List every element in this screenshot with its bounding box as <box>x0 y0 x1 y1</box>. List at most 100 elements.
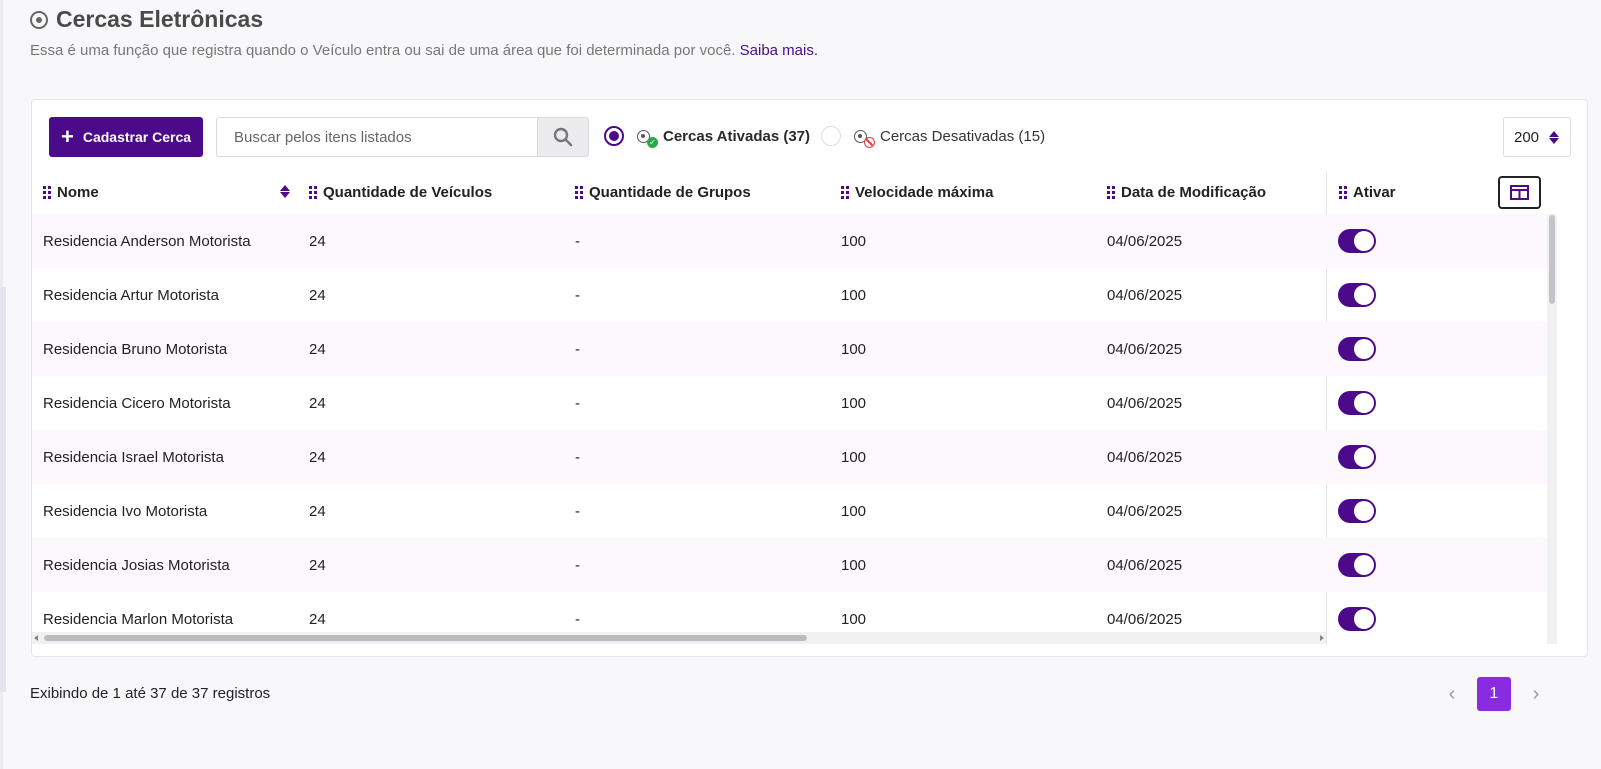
vertical-scrollbar[interactable] <box>1547 214 1557 644</box>
table-row[interactable]: Residencia Israel Motorista 24 - 100 04/… <box>32 430 1547 484</box>
learn-more-link[interactable]: Saiba mais. <box>740 42 818 59</box>
sort-icon[interactable] <box>280 185 290 198</box>
cell-max-speed: 100 <box>841 502 867 520</box>
activate-toggle[interactable] <box>1338 607 1376 631</box>
columns-toggle-button[interactable] <box>1498 176 1541 209</box>
select-arrows-icon <box>1549 130 1560 144</box>
drag-handle-icon[interactable] <box>1339 186 1347 199</box>
chevron-left-icon[interactable]: ‹ <box>1443 683 1461 706</box>
filter-active-radio[interactable] <box>604 126 624 146</box>
cell-activate <box>1338 430 1376 484</box>
column-label: Nome <box>57 184 99 201</box>
cell-vehicles: 24 <box>309 232 326 250</box>
cell-groups: - <box>575 502 580 520</box>
search-box <box>216 117 589 157</box>
cell-activate <box>1338 592 1376 632</box>
pagination: ‹ 1 › <box>1443 677 1545 711</box>
column-header-max-speed[interactable]: Velocidade máxima <box>841 171 993 214</box>
cell-groups: - <box>575 232 580 250</box>
column-label: Quantidade de Veículos <box>323 184 493 201</box>
column-header-vehicles[interactable]: Quantidade de Veículos <box>309 171 492 214</box>
cell-activate <box>1338 376 1376 430</box>
cell-name: Residencia Ivo Motorista <box>43 502 208 520</box>
cell-modified-date: 04/06/2025 <box>1107 556 1183 574</box>
plus-icon: + <box>60 124 74 149</box>
cell-activate <box>1338 268 1376 322</box>
search-button[interactable] <box>537 117 589 157</box>
fence-active-icon: ✓ <box>637 126 658 148</box>
columns-icon <box>1510 185 1529 200</box>
column-header-activate[interactable]: Ativar <box>1339 171 1396 214</box>
subtitle-text: Essa é uma função que registra quando o … <box>30 42 736 59</box>
drag-handle-icon[interactable] <box>575 186 583 199</box>
column-label: Velocidade máxima <box>855 184 994 201</box>
activate-toggle[interactable] <box>1338 391 1376 415</box>
cell-max-speed: 100 <box>841 556 867 574</box>
left-edge-bar <box>0 287 6 692</box>
activate-toggle[interactable] <box>1338 283 1376 307</box>
drag-handle-icon[interactable] <box>1107 186 1115 199</box>
scroll-right-icon[interactable] <box>1320 635 1324 641</box>
table-row[interactable]: Residencia Artur Motorista 24 - 100 04/0… <box>32 268 1547 322</box>
column-header-name[interactable]: Nome <box>43 171 99 214</box>
cell-name: Residencia Artur Motorista <box>43 286 219 304</box>
cell-max-speed: 100 <box>841 286 867 304</box>
column-label: Quantidade de Grupos <box>589 184 751 201</box>
table-row[interactable]: Residencia Bruno Motorista 24 - 100 04/0… <box>32 322 1547 376</box>
page-subtitle: Essa é uma função que registra quando o … <box>30 42 818 59</box>
column-label: Data de Modificação <box>1121 184 1267 201</box>
activate-toggle[interactable] <box>1338 337 1376 361</box>
cell-groups: - <box>575 394 580 412</box>
chevron-right-icon[interactable]: › <box>1527 683 1545 706</box>
activate-toggle[interactable] <box>1338 553 1376 577</box>
cell-vehicles: 24 <box>309 556 326 574</box>
scroll-left-icon[interactable] <box>34 635 38 641</box>
cell-activate <box>1338 538 1376 592</box>
drag-handle-icon[interactable] <box>841 186 849 199</box>
activate-toggle[interactable] <box>1338 229 1376 253</box>
fences-card: + Cadastrar Cerca ✓ Cercas Ativadas (37) <box>31 99 1588 657</box>
add-fence-button[interactable]: + Cadastrar Cerca <box>49 117 203 157</box>
page-header: Cercas Eletrônicas Essa é uma função que… <box>30 6 818 59</box>
cell-activate <box>1338 322 1376 376</box>
search-icon <box>553 127 573 147</box>
search-input[interactable] <box>216 117 538 157</box>
table-row[interactable]: Residencia Anderson Motorista 24 - 100 0… <box>32 214 1547 268</box>
activate-toggle[interactable] <box>1338 499 1376 523</box>
cell-name: Residencia Cicero Motorista <box>43 394 231 412</box>
table-row[interactable]: Residencia Ivo Motorista 24 - 100 04/06/… <box>32 484 1547 538</box>
table-row[interactable]: Residencia Cicero Motorista 24 - 100 04/… <box>32 376 1547 430</box>
filter-inactive-option[interactable]: Cercas Desativadas (15) <box>821 126 1046 148</box>
cell-name: Residencia Josias Motorista <box>43 556 230 574</box>
cell-groups: - <box>575 340 580 358</box>
target-icon <box>30 10 48 29</box>
cell-vehicles: 24 <box>309 394 326 412</box>
cell-modified-date: 04/06/2025 <box>1107 340 1183 358</box>
filter-active-option[interactable]: ✓ Cercas Ativadas (37) <box>604 126 811 148</box>
column-header-groups[interactable]: Quantidade de Grupos <box>575 171 751 214</box>
vertical-scroll-thumb[interactable] <box>1549 215 1555 304</box>
activate-toggle[interactable] <box>1338 445 1376 469</box>
drag-handle-icon[interactable] <box>309 186 317 199</box>
toolbar: + Cadastrar Cerca ✓ Cercas Ativadas (37) <box>49 117 1571 157</box>
page-button-current[interactable]: 1 <box>1477 677 1511 711</box>
table-row[interactable]: Residencia Marlon Motorista 24 - 100 04/… <box>32 592 1547 632</box>
horizontal-scrollbar[interactable] <box>32 632 1326 644</box>
records-info: Exibindo de 1 até 37 de 37 registros <box>30 685 271 702</box>
cell-vehicles: 24 <box>309 286 326 304</box>
cell-modified-date: 04/06/2025 <box>1107 286 1183 304</box>
page-title: Cercas Eletrônicas <box>56 6 264 32</box>
cell-vehicles: 24 <box>309 448 326 466</box>
horizontal-scroll-thumb[interactable] <box>44 635 807 641</box>
page-size-select[interactable]: 200 <box>1503 117 1571 157</box>
column-header-modified-date[interactable]: Data de Modificação <box>1107 171 1266 214</box>
filter-inactive-label: Cercas Desativadas (15) <box>880 127 1046 145</box>
filter-inactive-radio[interactable] <box>821 126 841 146</box>
table-row[interactable]: Residencia Josias Motorista 24 - 100 04/… <box>32 538 1547 592</box>
cell-vehicles: 24 <box>309 610 326 628</box>
cell-vehicles: 24 <box>309 340 326 358</box>
filter-active-label: Cercas Ativadas (37) <box>663 127 811 145</box>
drag-handle-icon[interactable] <box>43 186 51 199</box>
page-size-value: 200 <box>1514 128 1540 146</box>
cell-vehicles: 24 <box>309 502 326 520</box>
